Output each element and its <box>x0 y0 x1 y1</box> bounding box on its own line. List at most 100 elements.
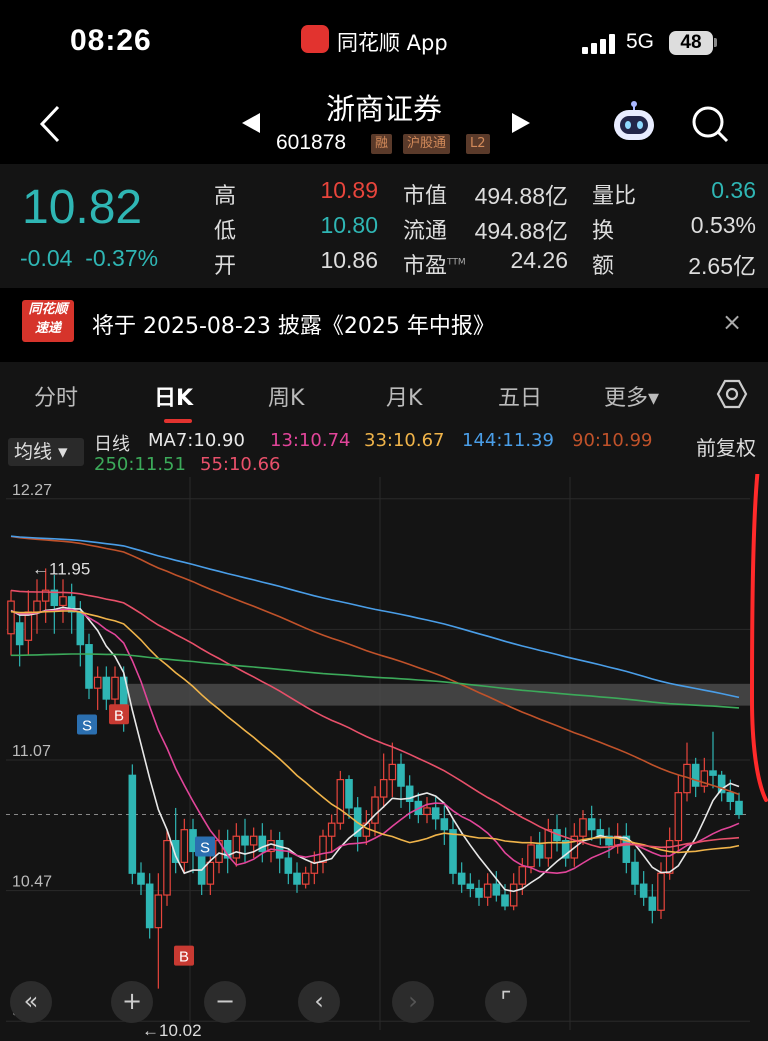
candle-body <box>85 644 93 689</box>
candle-body <box>301 872 310 885</box>
candle-body <box>336 779 345 824</box>
candle-body <box>440 818 449 831</box>
signal-label: B <box>114 707 124 724</box>
kline-chart[interactable]: 12.2711.0710.479.87←11.95←10.02SBBS <box>0 474 768 1041</box>
y-tick-label: 11.07 <box>12 743 51 760</box>
market-cap-label: 市值 <box>403 184 448 209</box>
app-name: 同花顺 App <box>337 31 448 55</box>
stock-code: 601878 <box>276 131 347 154</box>
candle-body <box>587 818 596 831</box>
close-icon[interactable]: × <box>722 308 742 336</box>
collapse-icon[interactable]: « <box>10 981 52 1023</box>
ma33-legend: 33:10.67 <box>364 430 445 451</box>
tab-weekly-k[interactable]: 周K <box>268 380 304 412</box>
fullscreen-icon[interactable]: ⌜ <box>485 981 527 1023</box>
pe-value: 24.26 <box>510 247 568 273</box>
signal-label: S <box>82 718 92 735</box>
tab-five-day[interactable]: 五日 <box>498 380 542 412</box>
margin-tag: 融 <box>371 134 393 154</box>
zoom-in-icon[interactable]: + <box>111 981 153 1023</box>
settings-hexagon-icon[interactable] <box>716 378 748 410</box>
clock: 08:26 <box>70 24 152 57</box>
candle-body <box>76 611 85 646</box>
highlight-stroke <box>749 474 768 802</box>
y-tick-label: 12.27 <box>12 482 52 499</box>
candle-body <box>735 800 743 816</box>
news-flash-logo: 同花顺 速递 <box>22 300 74 342</box>
ma13-legend: 13:10.74 <box>270 430 351 451</box>
scroll-right-icon[interactable]: › <box>392 981 434 1023</box>
open-value: 10.86 <box>320 247 378 273</box>
notice-text[interactable]: 将于 2025-08-23 披露《2025 年中报》 <box>92 308 495 340</box>
candle-body <box>232 835 241 859</box>
candle-body <box>483 883 492 898</box>
indicator-select[interactable]: 均线 ▾ <box>8 438 84 466</box>
candle-body <box>501 894 509 907</box>
battery-icon: 48 <box>669 31 713 55</box>
ma250-legend: 250:11.51 <box>94 454 186 475</box>
level2-tag: L2 <box>466 134 490 154</box>
candle-body <box>33 600 41 613</box>
candle-body <box>726 792 735 802</box>
candle-body <box>579 818 587 837</box>
candle-body <box>345 779 353 809</box>
high-value: 10.89 <box>320 177 378 203</box>
zoom-out-icon[interactable]: − <box>204 981 246 1023</box>
candle-body <box>180 829 189 863</box>
price-change: -0.04 -0.37% <box>20 245 158 272</box>
candle-body <box>449 829 457 874</box>
candle-body <box>24 611 33 641</box>
float-cap-value: 494.88亿 <box>474 218 568 244</box>
low-label: 低 <box>214 219 237 244</box>
candle-body <box>102 676 111 700</box>
ma7-legend: MA7:10.90 <box>148 430 245 451</box>
market-cap-value: 494.88亿 <box>474 183 568 209</box>
candle-body <box>275 839 284 859</box>
pe-label: 市盈TTM <box>403 248 466 280</box>
candle-body <box>371 796 379 824</box>
amount-value: 2.65亿 <box>688 253 756 279</box>
network-type: 5G <box>626 30 655 53</box>
candle-body <box>379 779 388 798</box>
candle-body <box>206 861 215 885</box>
float-cap-label: 流通 <box>403 219 448 244</box>
candle-body <box>59 596 67 607</box>
tab-intraday[interactable]: 分时 <box>34 380 78 412</box>
candle-body <box>657 872 665 911</box>
open-label: 开 <box>214 254 237 279</box>
candle-body <box>665 839 674 874</box>
tab-monthly-k[interactable]: 月K <box>386 380 422 412</box>
candle-body <box>423 807 431 816</box>
last-price: 10.82 <box>22 181 143 234</box>
candle-body <box>466 883 475 890</box>
candle-body <box>145 883 154 929</box>
candle-body <box>639 883 648 898</box>
battery-tip <box>714 38 717 47</box>
turnover-value: 0.53% <box>690 212 756 238</box>
logo-line2: 速递 <box>34 321 61 336</box>
scroll-left-icon[interactable]: ‹ <box>298 981 340 1023</box>
search-icon[interactable] <box>690 104 730 144</box>
candle-body <box>431 807 440 820</box>
change-percent: -0.37% <box>85 245 159 271</box>
signal-label: B <box>179 949 189 966</box>
ma55-legend: 55:10.66 <box>200 454 281 475</box>
robot-icon[interactable] <box>610 100 658 144</box>
low-value: 10.80 <box>320 212 378 238</box>
candle-body <box>631 861 639 885</box>
candle-body <box>111 676 119 700</box>
signal-label: S <box>200 839 210 856</box>
candle-body <box>492 883 501 896</box>
candle-body <box>674 792 683 842</box>
candle-body <box>163 839 171 896</box>
y-tick-label: 10.47 <box>12 874 52 891</box>
tab-daily-k[interactable]: 日K <box>154 380 193 412</box>
tab-more[interactable]: 更多▾ <box>604 380 659 412</box>
candle-body <box>709 770 717 776</box>
candle-body <box>535 844 544 859</box>
candle-body <box>518 866 527 885</box>
turnover-label: 换 <box>592 219 615 244</box>
adjust-mode-button[interactable]: 前复权 <box>696 432 756 461</box>
ma144-legend: 144:11.39 <box>462 430 554 451</box>
logo-line1: 同花顺 <box>28 302 68 317</box>
